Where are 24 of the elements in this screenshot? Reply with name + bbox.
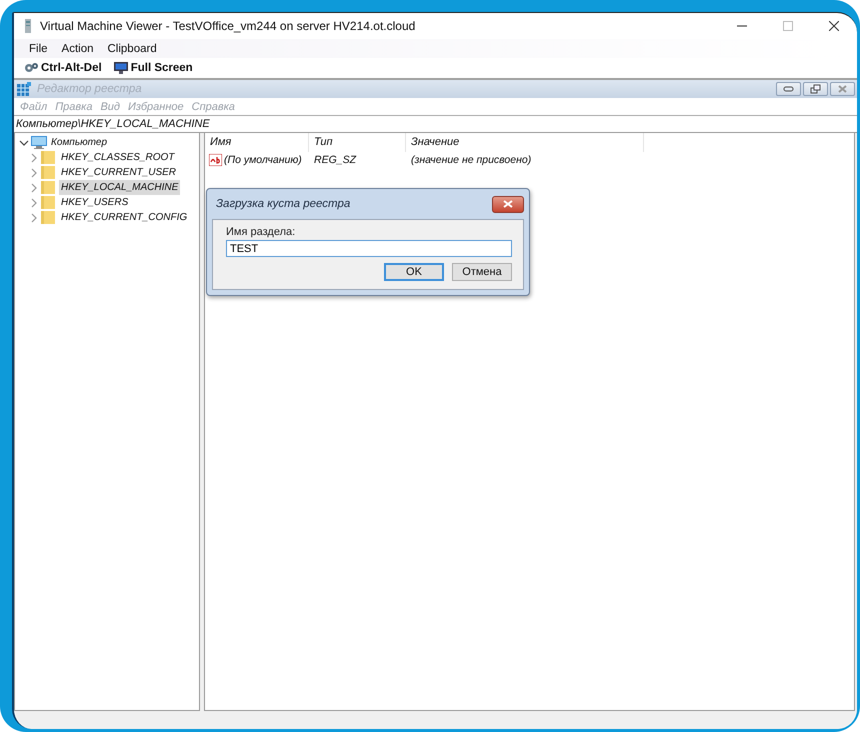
tree-item[interactable]: HKEY_CLASSES_ROOT: [59, 150, 176, 165]
tree-item[interactable]: HKEY_USERS: [59, 195, 130, 210]
column-header[interactable]: Тип: [309, 133, 406, 152]
ok-button[interactable]: OK: [384, 263, 444, 281]
table-cell: (По умолчанию): [224, 154, 302, 166]
full-screen-button[interactable]: Full Screen: [114, 62, 193, 74]
tree-item[interactable]: HKEY_CURRENT_USER: [59, 165, 178, 180]
field-label: Имя раздела:: [226, 226, 296, 238]
tree-item[interactable]: HKEY_CURRENT_CONFIG: [59, 210, 190, 225]
table-cell-text: REG_SZ: [313, 154, 358, 166]
column-header[interactable]: Значение: [406, 133, 644, 152]
address-path[interactable]: Компьютер\HKEY_LOCAL_MACHINE: [16, 118, 210, 130]
menu-item[interactable]: Action: [54, 42, 100, 54]
menu-item[interactable]: File: [22, 42, 55, 54]
tree-item[interactable]: Компьютер: [49, 135, 110, 150]
column-header[interactable]: Имя: [205, 133, 309, 152]
key-name-field[interactable]: TEST: [226, 240, 512, 257]
cancel-button[interactable]: Отмена: [452, 263, 512, 281]
ctrl-alt-del-button[interactable]: Ctrl-Alt-Del: [24, 62, 102, 74]
menu-item[interactable]: Clipboard: [100, 42, 164, 54]
dialog-title: Загрузка куста реестра: [215, 198, 350, 210]
tree-item[interactable]: HKEY_LOCAL_MACHINE: [59, 180, 180, 195]
window-title: Virtual Machine Viewer - TestVOffice_vm244 on server HV214.ot.cloud: [40, 19, 416, 33]
table-cell-text: (значение не присвоено): [410, 154, 532, 166]
